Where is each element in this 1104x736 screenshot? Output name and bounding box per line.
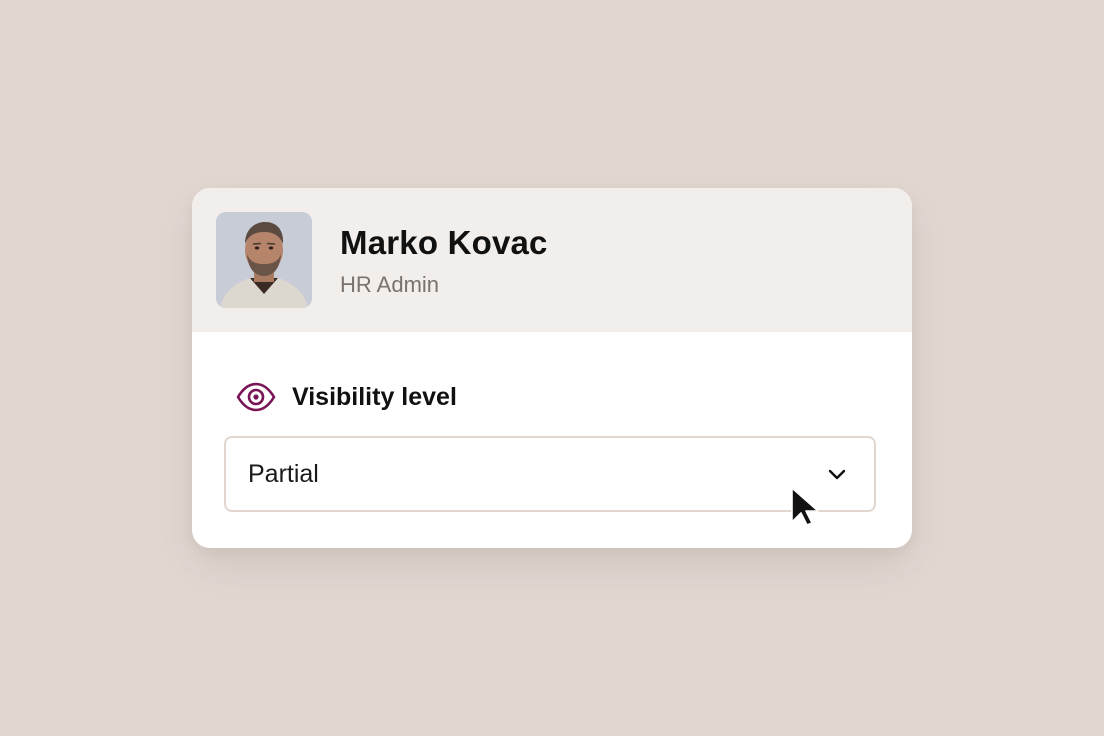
visibility-label-row: Visibility level xyxy=(236,380,457,414)
selected-visibility-value: Partial xyxy=(248,460,319,488)
user-role: HR Admin xyxy=(340,272,440,297)
avatar xyxy=(216,212,312,308)
eye-icon xyxy=(236,382,276,412)
chevron-down-icon[interactable] xyxy=(826,466,848,484)
user-name: Marko Kovac xyxy=(340,224,548,261)
visibility-level-select[interactable]: Partial xyxy=(224,436,876,512)
card-header: Marko Kovac HR Admin xyxy=(192,188,912,332)
user-visibility-card: Marko Kovac HR Admin Visibility level Pa… xyxy=(192,188,912,548)
visibility-label: Visibility level xyxy=(292,382,457,411)
person-photo-icon xyxy=(216,212,312,308)
card-body: Visibility level Partial xyxy=(192,332,912,548)
